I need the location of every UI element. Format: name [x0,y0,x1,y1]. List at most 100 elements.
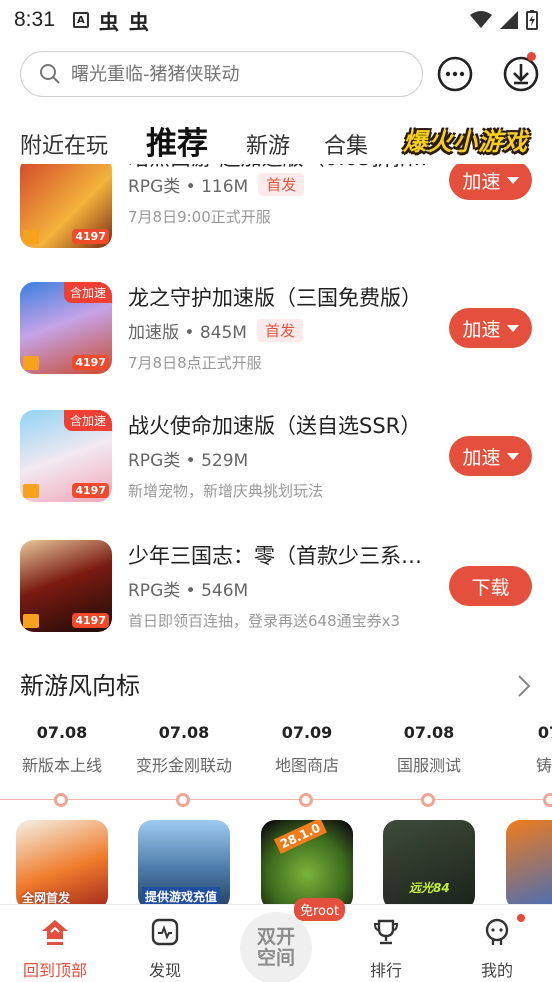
timeline-date: 07.08 [36,723,88,742]
download-notification-dot [527,52,536,61]
tab-nearby[interactable]: 附近在玩 [20,128,108,160]
nav-ranking[interactable]: 排行 [331,905,441,982]
game-desc: 新增宠物，新增庆典挑划玩法 [128,482,324,500]
timeline-date: 07. [537,723,552,742]
game-icon: 含加速 4197 [20,410,112,502]
dual-space-line2: 空间 [256,947,295,969]
search-box[interactable] [20,51,423,97]
list-item[interactable]: 含加速 4197 战火使命加速版（送自选SSR） RPG类 • 529M 新增宠… [0,406,552,506]
game-title: 战火使命加速版（送自选SSR） [128,414,422,438]
a-icon: A [72,12,89,28]
nav-back-to-top[interactable]: 回到顶部 [0,905,110,982]
timeline-dot [176,793,190,807]
nav-label: 排行 [369,961,402,980]
nav-label: 我的 [480,961,513,980]
accelerate-button[interactable]: 加速 [449,164,532,200]
game-type-size: RPG类 • 116M [128,177,249,197]
gift-icon [23,356,39,370]
notification-icons: A 虫 虫 [72,6,149,35]
wifi-icon [470,11,492,28]
button-label: 加速 [462,318,501,341]
icon-badge: 4197 [72,613,109,628]
game-meta: RPG类 • 116M 首发 [128,172,305,197]
no-root-badge: 免root [294,898,346,921]
tab-hot-minigames[interactable]: 爆火小游戏 [403,122,527,156]
icon-tag: 含加速 [63,282,112,303]
caret-down-icon [506,324,519,332]
tab-new-games[interactable]: 新游 [246,128,290,160]
game-tile[interactable]: 28.1.0 [261,820,353,910]
system-icons [470,10,538,30]
dual-space-line1: 双开 [256,926,295,948]
nav-label: 发现 [148,961,181,980]
trophy-icon [373,919,399,945]
tile-caption: 远光84 [409,881,450,895]
game-desc: 首日即领百连抽，登录再送648通宝券x3 [128,612,401,630]
game-desc: 7月8日9:00正式开服 [128,208,271,226]
game-icon: 含加速 4197 [20,282,112,374]
status-bar: 8:31 A 虫 虫 [0,0,552,40]
discover-icon [151,918,179,946]
timeline-dot [299,793,313,807]
timeline-item[interactable]: 07. 铸武 [490,720,552,776]
search-input[interactable] [71,63,391,85]
tab-recommended[interactable]: 推荐 [146,118,208,163]
button-label: 下载 [471,576,510,599]
timeline-item[interactable]: 07.08 国服测试 [367,720,491,776]
icon-badge: 4197 [72,483,109,498]
icon-tag: 含加速 [63,410,112,431]
search-icon [40,64,60,84]
dual-space-button[interactable]: 双开 空间 [240,912,312,982]
list-item[interactable]: 含加速 4197 龙之守护加速版（三国免费版） 加速版 • 845M 首发 7月… [0,278,552,378]
gift-icon [23,230,39,244]
profile-icon [485,918,509,945]
game-type-size: 加速版 • 845M [128,323,247,343]
home-up-icon [42,920,68,945]
game-desc: 7月8日8点正式开服 [128,354,262,372]
game-title: 暗黑西游-超加速版（0.05折扣… [128,164,428,172]
timeline-dot [421,793,435,807]
timeline-dot [543,793,552,807]
chevron-right-icon[interactable] [512,672,534,700]
game-title: 龙之守护加速版（三国免费版） [128,286,422,310]
icon-badge: 4197 [72,355,109,370]
timeline-item[interactable]: 07.08 变形金刚联动 [122,720,246,776]
download-icon[interactable] [501,54,541,94]
download-button[interactable]: 下载 [449,566,532,606]
game-type-size: RPG类 • 546M [128,581,249,601]
list-item[interactable]: 4197 暗黑西游-超加速版（0.05折扣… RPG类 • 116M 首发 7月… [0,164,552,248]
game-meta: RPG类 • 546M [128,576,248,601]
game-meta: 加速版 • 845M 首发 [128,318,303,343]
timeline-item[interactable]: 07.08 新版本上线 [0,720,124,776]
nav-me[interactable]: 我的 [442,905,552,982]
message-icon[interactable] [436,55,474,93]
icon-badge: 4197 [72,229,109,244]
list-item[interactable]: 4197 少年三国志：零（首款少三系… RPG类 • 546M 首日即领百连抽，… [0,536,552,636]
game-list: 4197 暗黑西游-超加速版（0.05折扣… RPG类 • 116M 首发 7月… [0,164,552,650]
game-tile[interactable]: 提供游戏充值 [138,820,230,910]
button-label: 加速 [462,446,501,469]
gift-icon [23,614,39,628]
tab-collections[interactable]: 合集 [324,128,368,160]
accelerate-button[interactable]: 加速 [449,308,532,348]
game-tiles-row: 全网首发 提供游戏充值 28.1.0 远光84 [0,820,552,910]
me-notification-dot [517,914,525,922]
caret-down-icon [506,176,519,184]
game-tile[interactable]: 全网首发 [16,820,108,910]
game-tile[interactable] [506,820,552,910]
timeline-line [0,799,552,800]
game-icon: 4197 [20,540,112,632]
timeline-date: 07.08 [403,723,455,742]
dual-space-label: 双开 空间 [257,927,295,969]
timeline-dot [54,793,68,807]
battery-icon [526,10,538,30]
timeline-item[interactable]: 07.09 地图商店 [245,720,369,776]
accelerate-button[interactable]: 加速 [449,436,532,476]
game-tile[interactable]: 远光84 [383,820,475,910]
timeline-date: 07.09 [281,723,333,742]
nav-label: 回到顶部 [22,961,87,980]
signal-icon [500,11,518,29]
first-release-badge: 首发 [256,319,303,342]
nav-discover[interactable]: 发现 [110,905,220,982]
section-title: 新游风向标 [20,672,140,700]
